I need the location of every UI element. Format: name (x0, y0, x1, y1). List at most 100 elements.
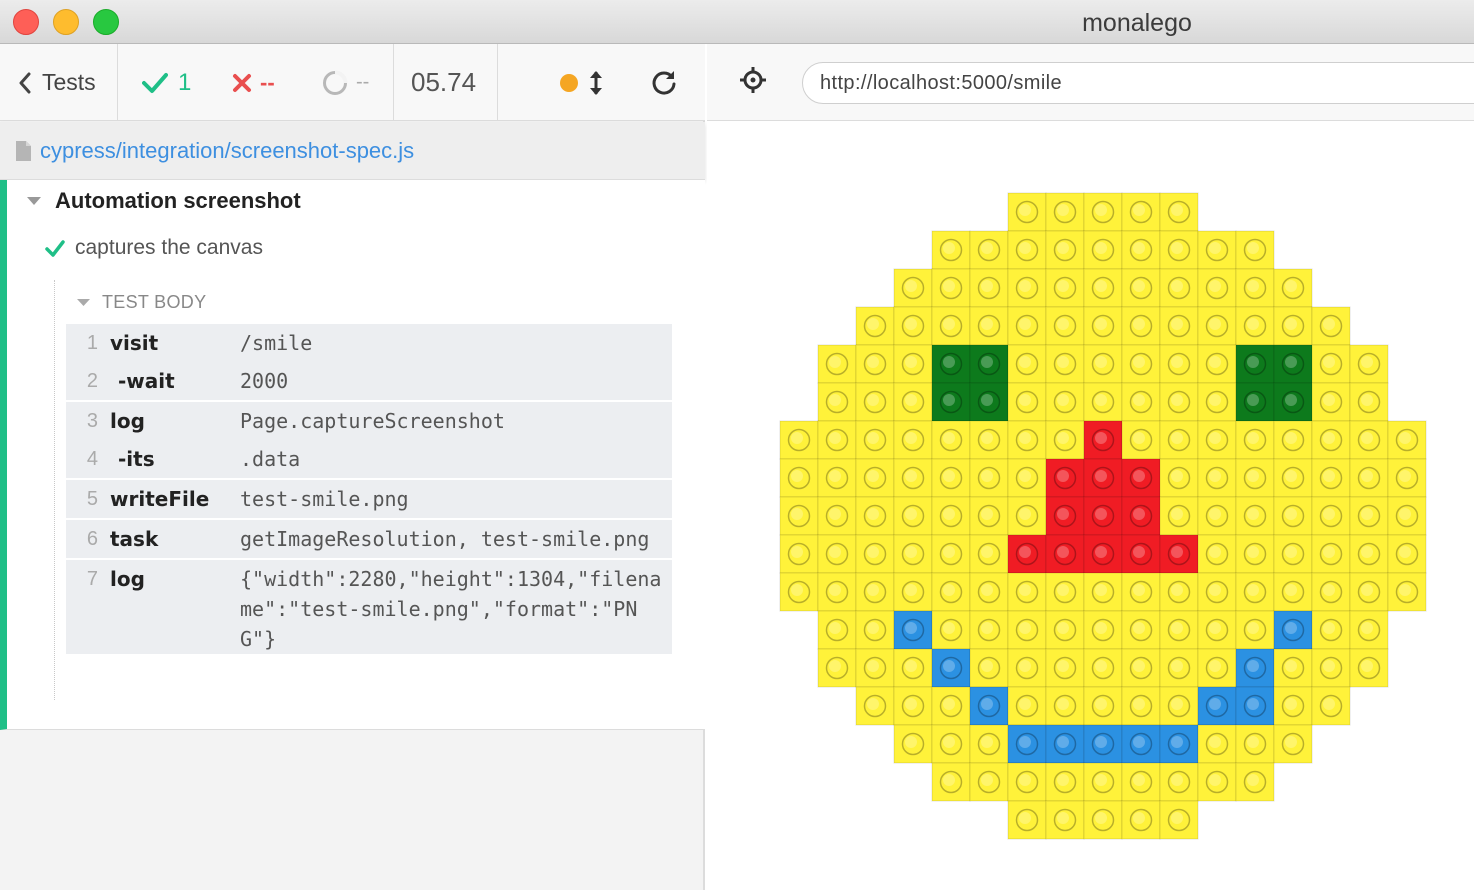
lego-brick (1045, 724, 1085, 764)
lego-brick (1083, 496, 1123, 536)
command-message: {"width":2280,"height":1304,"filename":"… (240, 567, 662, 651)
lego-brick (1007, 496, 1047, 536)
lego-brick (1045, 686, 1085, 726)
lego-brick (1349, 344, 1389, 384)
lego-brick (1273, 268, 1313, 308)
command-row[interactable]: 3 log Page.captureScreenshot (66, 400, 672, 440)
lego-brick (779, 458, 819, 498)
tests-label: Tests (42, 69, 96, 95)
lego-brick (1045, 762, 1085, 802)
lego-brick (1045, 192, 1085, 232)
vertical-arrows-icon (590, 70, 602, 95)
lego-brick (1197, 534, 1237, 574)
lego-brick (1197, 686, 1237, 726)
toolbar-divider (393, 44, 394, 121)
lego-brick (969, 344, 1009, 384)
lego-brick (1007, 572, 1047, 612)
command-number: 5 (86, 488, 98, 510)
lego-brick (1159, 496, 1199, 536)
lego-brick (893, 344, 933, 384)
test-body-header[interactable]: TEST BODY (77, 292, 206, 313)
reporter-toolbar: Tests 1 -- -- 05.74 (0, 44, 705, 121)
lego-brick (855, 496, 895, 536)
command-row[interactable]: 2 -wait 2000 (66, 362, 672, 400)
command-row[interactable]: 7 log {"width":2280,"height":1304,"filen… (66, 558, 672, 654)
command-name: task (110, 527, 159, 551)
chevron-left-icon (19, 72, 31, 93)
lego-brick (1007, 192, 1047, 232)
lego-brick (969, 268, 1009, 308)
lego-brick (1159, 800, 1199, 840)
spec-file-link[interactable]: cypress/integration/screenshot-spec.js (40, 138, 414, 164)
lego-brick (931, 724, 971, 764)
lego-brick (1121, 230, 1161, 270)
lego-brick (1045, 496, 1085, 536)
auto-scroll-toggle[interactable] (588, 44, 604, 121)
lego-brick (1197, 230, 1237, 270)
command-row[interactable]: 4 -its .data (66, 440, 672, 478)
lego-brick (1007, 724, 1047, 764)
lego-brick (1197, 306, 1237, 346)
lego-brick (1159, 382, 1199, 422)
lego-brick (1045, 344, 1085, 384)
command-row[interactable]: 1 visit /smile (66, 324, 672, 362)
test-title: captures the canvas (75, 236, 263, 259)
lego-brick (969, 762, 1009, 802)
command-name: -wait (118, 369, 175, 393)
lego-brick (1121, 610, 1161, 650)
lego-brick (931, 458, 971, 498)
lego-brick (817, 382, 857, 422)
duration-timer: 05.74 (411, 67, 477, 97)
command-number: 4 (86, 448, 98, 470)
lego-brick (969, 382, 1009, 422)
lego-brick (969, 648, 1009, 688)
lego-brick (1159, 420, 1199, 460)
lego-brick (1121, 534, 1161, 574)
suite-header[interactable]: Automation screenshot (27, 188, 301, 214)
lego-brick (1273, 572, 1313, 612)
lego-brick (1273, 420, 1313, 460)
test-results-panel: Automation screenshot captures the canva… (0, 180, 705, 730)
lego-brick (1349, 534, 1389, 574)
lego-brick (1083, 382, 1123, 422)
lego-brick (1197, 724, 1237, 764)
lego-brick (1007, 344, 1047, 384)
lego-brick (969, 724, 1009, 764)
command-log: 1 visit /smile 2 -wait 2000 3 log Page.c… (66, 324, 672, 654)
lego-brick (1159, 686, 1199, 726)
lego-brick (1197, 420, 1237, 460)
lego-brick (1311, 420, 1351, 460)
tests-back-button[interactable]: Tests (18, 44, 96, 121)
file-icon (16, 140, 31, 161)
lego-brick (1197, 496, 1237, 536)
lego-brick (1273, 648, 1313, 688)
lego-brick (855, 458, 895, 498)
suite-title: Automation screenshot (55, 188, 301, 213)
lego-brick (893, 648, 933, 688)
lego-brick (1159, 344, 1199, 384)
app-preview: http://localhost:5000/smile (707, 44, 1474, 890)
command-row[interactable]: 6 task getImageResolution, test-smile.pn… (66, 518, 672, 558)
lego-brick (1121, 572, 1161, 612)
command-row[interactable]: 5 writeFile test-smile.png (66, 478, 672, 518)
lego-brick (1121, 268, 1161, 308)
lego-brick (1083, 458, 1123, 498)
command-name: -its (118, 447, 155, 471)
test-item[interactable]: captures the canvas (45, 236, 263, 260)
passed-count: 1 (142, 44, 191, 121)
lego-brick (931, 306, 971, 346)
lego-brick (1159, 306, 1199, 346)
lego-brick (893, 496, 933, 536)
lego-brick (1159, 610, 1199, 650)
lego-brick (1387, 572, 1427, 612)
check-icon (142, 72, 168, 93)
lego-brick (1387, 496, 1427, 536)
lego-brick (1235, 458, 1275, 498)
lego-brick (1083, 800, 1123, 840)
lego-brick (1121, 458, 1161, 498)
toolbar-divider (117, 44, 118, 121)
lego-brick (1349, 458, 1389, 498)
lego-brick (1235, 534, 1275, 574)
rerun-tests-button[interactable] (650, 44, 678, 121)
lego-brick (1197, 572, 1237, 612)
